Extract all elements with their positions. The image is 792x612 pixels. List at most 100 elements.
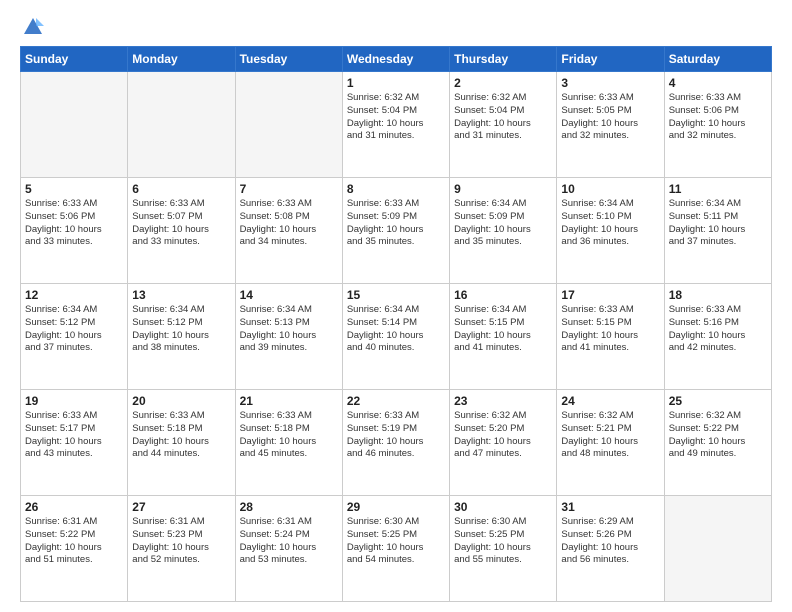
calendar-cell: 6 Sunrise: 6:33 AMSunset: 5:07 PMDaylight…	[128, 178, 235, 284]
day-info: Sunrise: 6:34 AMSunset: 5:12 PMDaylight:…	[25, 304, 123, 355]
weekday-thursday: Thursday	[450, 47, 557, 72]
day-number: 6	[132, 182, 230, 196]
weekday-sunday: Sunday	[21, 47, 128, 72]
day-number: 1	[347, 76, 445, 90]
day-info: Sunrise: 6:33 AMSunset: 5:17 PMDaylight:…	[25, 410, 123, 461]
logo-icon	[22, 16, 44, 38]
day-number: 3	[561, 76, 659, 90]
day-info: Sunrise: 6:30 AMSunset: 5:25 PMDaylight:…	[454, 516, 552, 567]
weekday-tuesday: Tuesday	[235, 47, 342, 72]
day-number: 28	[240, 500, 338, 514]
calendar-cell: 12 Sunrise: 6:34 AMSunset: 5:12 PMDayligh…	[21, 284, 128, 390]
calendar-cell: 9Sunrise: 6:34 AMSunset: 5:09 PMDaylight…	[450, 178, 557, 284]
calendar-cell	[235, 72, 342, 178]
day-info: Sunrise: 6:33 AMSunset: 5:06 PMDaylight:…	[669, 92, 767, 143]
calendar-cell: 18 Sunrise: 6:33 AMSunset: 5:16 PMDayligh…	[664, 284, 771, 390]
calendar-table: SundayMondayTuesdayWednesdayThursdayFrid…	[20, 46, 772, 602]
day-info: Sunrise: 6:34 AMSunset: 5:12 PMDaylight:…	[132, 304, 230, 355]
day-number: 18	[669, 288, 767, 302]
day-number: 31	[561, 500, 659, 514]
day-number: 13	[132, 288, 230, 302]
day-number: 4	[669, 76, 767, 90]
calendar-cell: 26 Sunrise: 6:31 AMSunset: 5:22 PMDayligh…	[21, 496, 128, 602]
calendar-cell: 17 Sunrise: 6:33 AMSunset: 5:15 PMDayligh…	[557, 284, 664, 390]
day-info: Sunrise: 6:33 AMSunset: 5:07 PMDaylight:…	[132, 198, 230, 249]
day-info: Sunrise: 6:33 AMSunset: 5:19 PMDaylight:…	[347, 410, 445, 461]
calendar-cell: 10 Sunrise: 6:34 AMSunset: 5:10 PMDayligh…	[557, 178, 664, 284]
day-number: 14	[240, 288, 338, 302]
calendar-cell: 11Sunrise: 6:34 AMSunset: 5:11 PMDayligh…	[664, 178, 771, 284]
day-number: 7	[240, 182, 338, 196]
calendar-cell: 2Sunrise: 6:32 AMSunset: 5:04 PMDaylight…	[450, 72, 557, 178]
calendar-cell: 8Sunrise: 6:33 AMSunset: 5:09 PMDaylight…	[342, 178, 449, 284]
day-number: 24	[561, 394, 659, 408]
logo	[20, 16, 44, 38]
header	[20, 16, 772, 38]
day-number: 19	[25, 394, 123, 408]
day-number: 15	[347, 288, 445, 302]
day-number: 20	[132, 394, 230, 408]
day-info: Sunrise: 6:32 AMSunset: 5:04 PMDaylight:…	[347, 92, 445, 143]
calendar-cell	[128, 72, 235, 178]
day-number: 29	[347, 500, 445, 514]
calendar-cell: 22 Sunrise: 6:33 AMSunset: 5:19 PMDayligh…	[342, 390, 449, 496]
calendar-cell: 14Sunrise: 6:34 AMSunset: 5:13 PMDayligh…	[235, 284, 342, 390]
day-number: 12	[25, 288, 123, 302]
calendar-cell: 4 Sunrise: 6:33 AMSunset: 5:06 PMDaylight…	[664, 72, 771, 178]
calendar-cell: 23 Sunrise: 6:32 AMSunset: 5:20 PMDayligh…	[450, 390, 557, 496]
weekday-friday: Friday	[557, 47, 664, 72]
day-info: Sunrise: 6:32 AMSunset: 5:22 PMDaylight:…	[669, 410, 767, 461]
weekday-wednesday: Wednesday	[342, 47, 449, 72]
day-info: Sunrise: 6:31 AMSunset: 5:24 PMDaylight:…	[240, 516, 338, 567]
calendar-cell: 21 Sunrise: 6:33 AMSunset: 5:18 PMDayligh…	[235, 390, 342, 496]
day-info: Sunrise: 6:29 AMSunset: 5:26 PMDaylight:…	[561, 516, 659, 567]
calendar-cell: 19 Sunrise: 6:33 AMSunset: 5:17 PMDayligh…	[21, 390, 128, 496]
day-info: Sunrise: 6:33 AMSunset: 5:06 PMDaylight:…	[25, 198, 123, 249]
day-info: Sunrise: 6:32 AMSunset: 5:20 PMDaylight:…	[454, 410, 552, 461]
day-info: Sunrise: 6:33 AMSunset: 5:16 PMDaylight:…	[669, 304, 767, 355]
calendar-cell: 16Sunrise: 6:34 AMSunset: 5:15 PMDayligh…	[450, 284, 557, 390]
day-number: 5	[25, 182, 123, 196]
weekday-header-row: SundayMondayTuesdayWednesdayThursdayFrid…	[21, 47, 772, 72]
day-number: 10	[561, 182, 659, 196]
calendar-cell: 30Sunrise: 6:30 AMSunset: 5:25 PMDayligh…	[450, 496, 557, 602]
day-info: Sunrise: 6:34 AMSunset: 5:15 PMDaylight:…	[454, 304, 552, 355]
day-info: Sunrise: 6:32 AMSunset: 5:04 PMDaylight:…	[454, 92, 552, 143]
calendar-cell: 24 Sunrise: 6:32 AMSunset: 5:21 PMDayligh…	[557, 390, 664, 496]
day-info: Sunrise: 6:34 AMSunset: 5:14 PMDaylight:…	[347, 304, 445, 355]
day-number: 17	[561, 288, 659, 302]
week-row-1: 1 Sunrise: 6:32 AMSunset: 5:04 PMDaylight…	[21, 72, 772, 178]
weekday-monday: Monday	[128, 47, 235, 72]
day-info: Sunrise: 6:33 AMSunset: 5:15 PMDaylight:…	[561, 304, 659, 355]
day-number: 23	[454, 394, 552, 408]
day-info: Sunrise: 6:33 AMSunset: 5:05 PMDaylight:…	[561, 92, 659, 143]
calendar-cell: 3 Sunrise: 6:33 AMSunset: 5:05 PMDaylight…	[557, 72, 664, 178]
calendar-cell	[664, 496, 771, 602]
page: SundayMondayTuesdayWednesdayThursdayFrid…	[0, 0, 792, 612]
calendar-cell: 31 Sunrise: 6:29 AMSunset: 5:26 PMDayligh…	[557, 496, 664, 602]
calendar-cell: 27 Sunrise: 6:31 AMSunset: 5:23 PMDayligh…	[128, 496, 235, 602]
day-info: Sunrise: 6:33 AMSunset: 5:18 PMDaylight:…	[240, 410, 338, 461]
day-number: 21	[240, 394, 338, 408]
day-number: 27	[132, 500, 230, 514]
calendar-cell: 29 Sunrise: 6:30 AMSunset: 5:25 PMDayligh…	[342, 496, 449, 602]
day-info: Sunrise: 6:31 AMSunset: 5:23 PMDaylight:…	[132, 516, 230, 567]
week-row-5: 26 Sunrise: 6:31 AMSunset: 5:22 PMDayligh…	[21, 496, 772, 602]
day-info: Sunrise: 6:34 AMSunset: 5:10 PMDaylight:…	[561, 198, 659, 249]
day-number: 22	[347, 394, 445, 408]
calendar-cell: 13 Sunrise: 6:34 AMSunset: 5:12 PMDayligh…	[128, 284, 235, 390]
day-number: 8	[347, 182, 445, 196]
calendar-cell	[21, 72, 128, 178]
day-number: 26	[25, 500, 123, 514]
day-info: Sunrise: 6:32 AMSunset: 5:21 PMDaylight:…	[561, 410, 659, 461]
calendar-cell: 15 Sunrise: 6:34 AMSunset: 5:14 PMDayligh…	[342, 284, 449, 390]
day-info: Sunrise: 6:33 AMSunset: 5:18 PMDaylight:…	[132, 410, 230, 461]
day-info: Sunrise: 6:30 AMSunset: 5:25 PMDaylight:…	[347, 516, 445, 567]
calendar-cell: 25Sunrise: 6:32 AMSunset: 5:22 PMDayligh…	[664, 390, 771, 496]
weekday-saturday: Saturday	[664, 47, 771, 72]
day-info: Sunrise: 6:31 AMSunset: 5:22 PMDaylight:…	[25, 516, 123, 567]
week-row-4: 19 Sunrise: 6:33 AMSunset: 5:17 PMDayligh…	[21, 390, 772, 496]
day-info: Sunrise: 6:33 AMSunset: 5:08 PMDaylight:…	[240, 198, 338, 249]
calendar-cell: 5 Sunrise: 6:33 AMSunset: 5:06 PMDaylight…	[21, 178, 128, 284]
calendar-cell: 7 Sunrise: 6:33 AMSunset: 5:08 PMDaylight…	[235, 178, 342, 284]
